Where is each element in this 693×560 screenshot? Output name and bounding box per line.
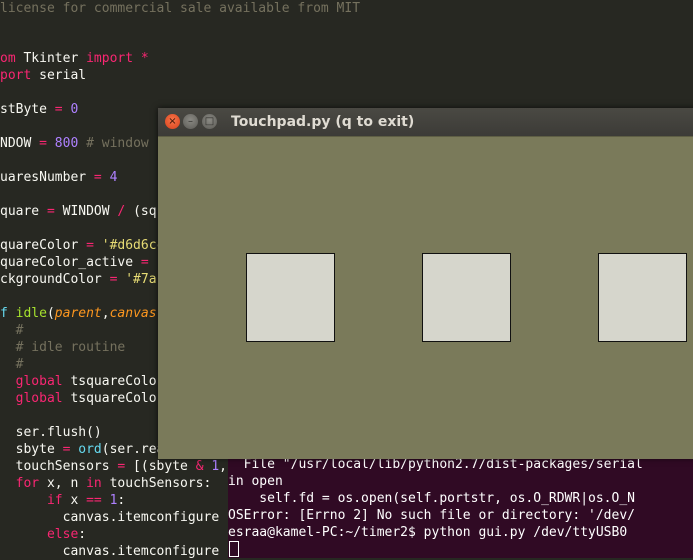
code-line: sbyte = ord(ser.rea xyxy=(0,442,165,457)
code-line: for x, n in touchSensors: xyxy=(15,476,212,491)
code-line: f idle(parent,canvas xyxy=(0,306,157,321)
touch-square-2[interactable] xyxy=(422,253,511,342)
touchpad-window: × – □ Touchpad.py (q to exit) xyxy=(158,108,693,459)
window-title: Touchpad.py (q to exit) xyxy=(231,114,415,130)
code-line: quare = WINDOW / (sq xyxy=(0,204,157,219)
code-line: uaresNumber = 4 xyxy=(0,170,118,185)
touch-square-1[interactable] xyxy=(246,253,335,342)
window-titlebar[interactable]: × – □ Touchpad.py (q to exit) xyxy=(158,108,693,136)
terminal-line: esraa@kamel-PC:~/timer2$ python gui.py /… xyxy=(228,525,628,540)
code-line: ser.flush() xyxy=(0,425,102,440)
code-line: canvas.itemconfigure xyxy=(0,510,220,525)
code-line: om Tkinter import * xyxy=(0,51,149,66)
code-line: license for commercial sale available fr… xyxy=(0,1,361,16)
code-line: stByte = 0 xyxy=(0,102,79,117)
terminal-cursor xyxy=(229,541,239,557)
code-line: # xyxy=(15,323,24,338)
touch-canvas[interactable] xyxy=(158,136,693,459)
code-line: port serial xyxy=(0,68,87,83)
terminal-line: in open xyxy=(228,474,283,489)
terminal-line: OSError: [Errno 2] No such file or direc… xyxy=(228,508,635,523)
code-line: quareColor = '#d6d6cc xyxy=(0,238,165,253)
touch-square-3[interactable] xyxy=(598,253,687,342)
close-icon[interactable]: × xyxy=(165,114,180,129)
code-line: canvas.itemconfigure xyxy=(0,544,220,559)
code-line: global tsquareColor xyxy=(15,391,165,406)
code-line: quareColor_active = xyxy=(0,255,149,270)
maximize-icon[interactable]: □ xyxy=(202,114,217,129)
code-line: touchSensors = [(sbyte & 1, xyxy=(0,459,227,474)
terminal-line: self.fd = os.open(self.portstr, os.O_RDW… xyxy=(228,491,635,506)
code-line: global tsquareColor xyxy=(15,374,165,389)
code-line: NDOW = 800 # window xyxy=(0,136,149,151)
code-line: else: xyxy=(46,527,87,542)
code-line: ckgroundColor = '#7a xyxy=(0,272,157,287)
code-line: # idle routine xyxy=(15,340,126,355)
terminal-panel[interactable]: File "/usr/local/lib/python2.7/dist-pack… xyxy=(228,456,693,558)
minimize-icon[interactable]: – xyxy=(183,114,198,129)
code-line: # xyxy=(15,357,24,372)
code-line: if x == 1: xyxy=(46,493,126,508)
